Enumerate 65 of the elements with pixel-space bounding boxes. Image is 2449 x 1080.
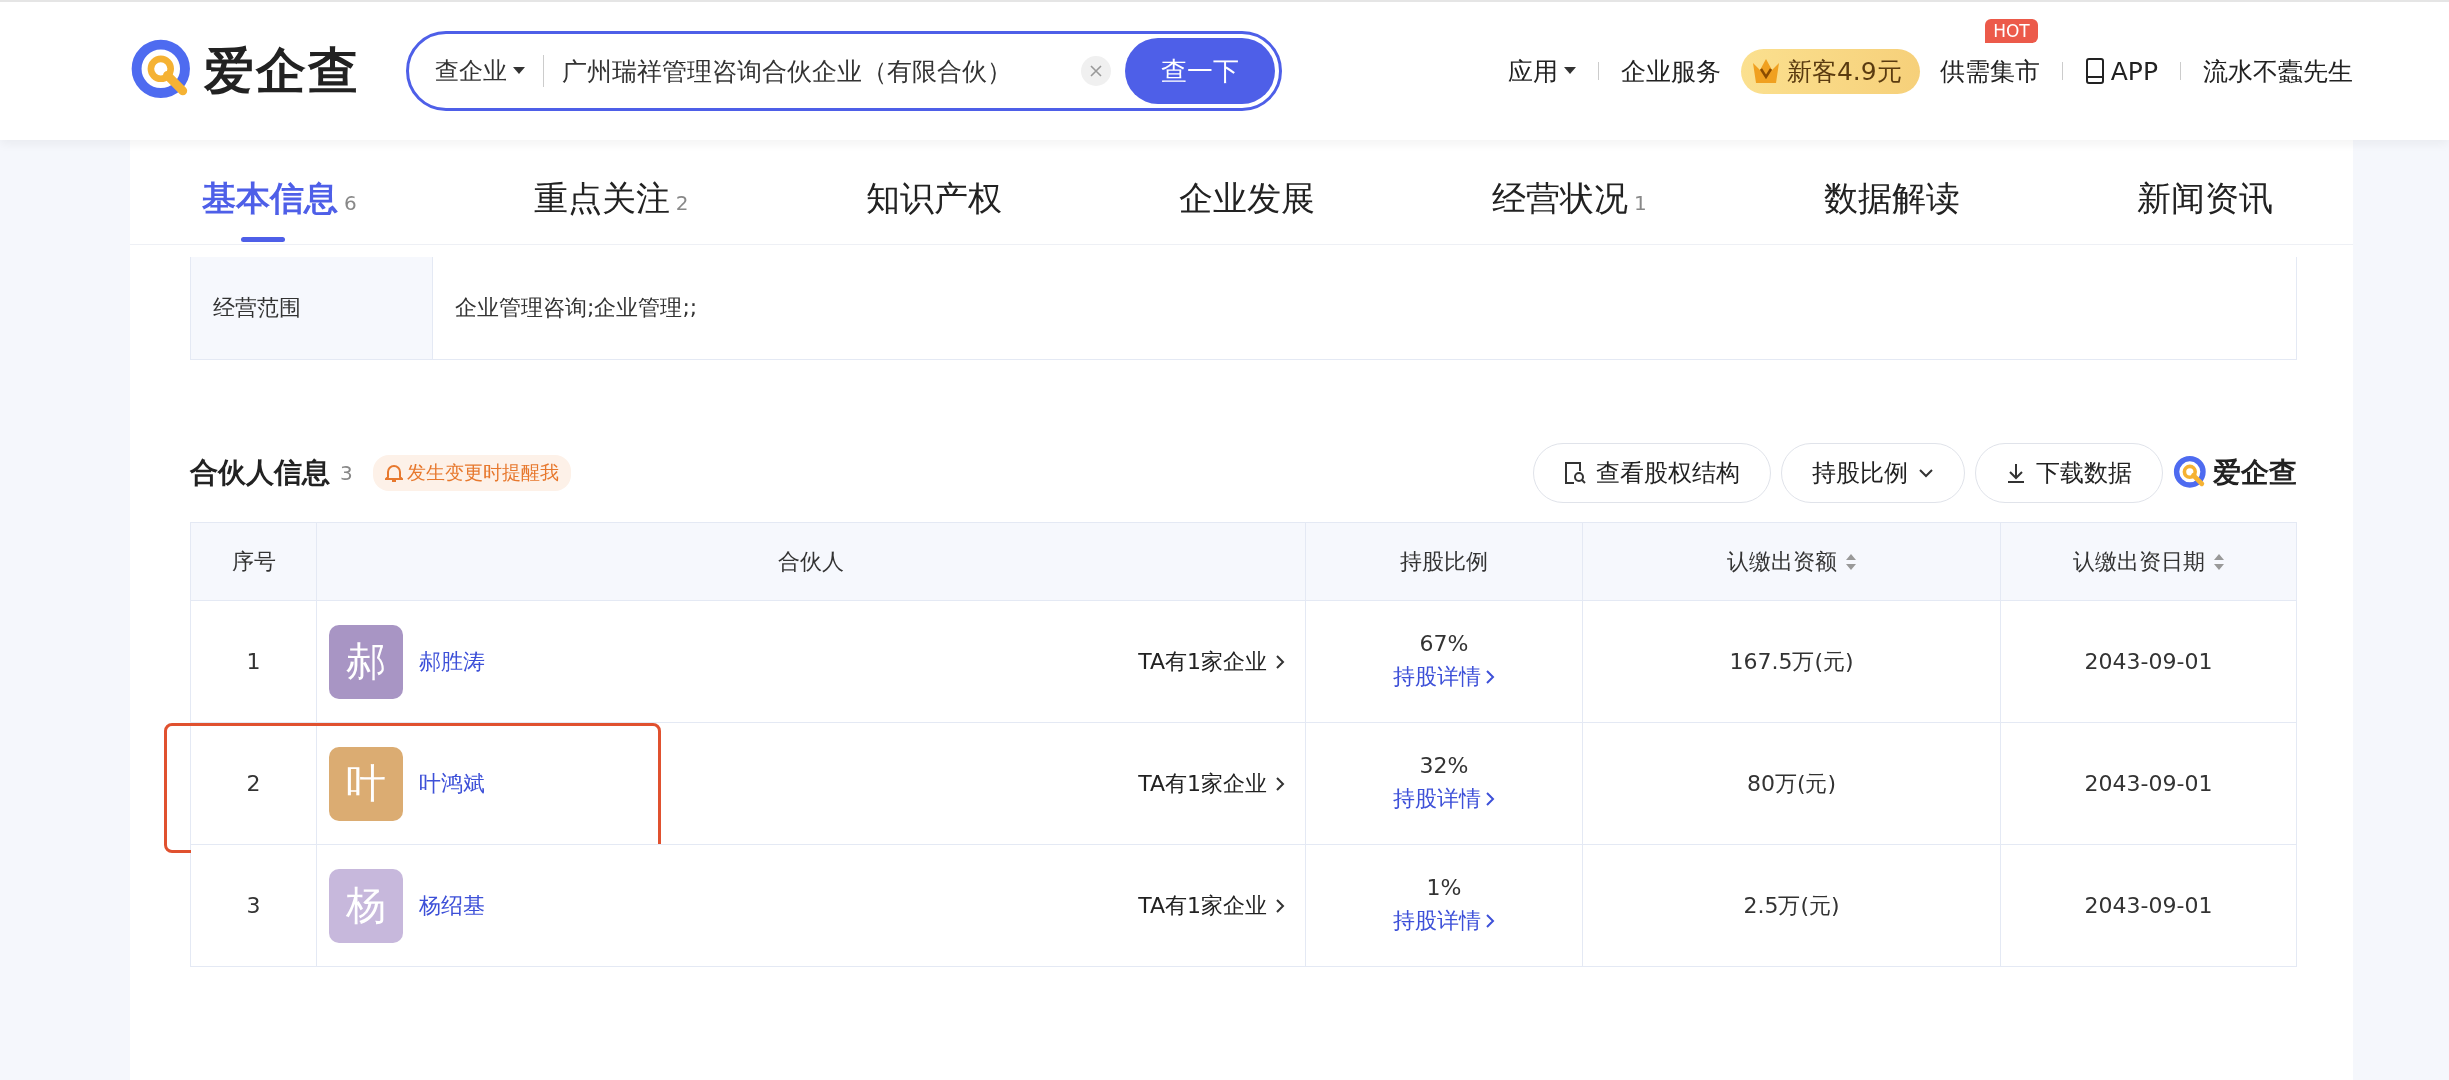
chevron-right-icon [1275, 653, 1285, 670]
caret-icon [1563, 67, 1576, 75]
nav-link[interactable]: 企业服务 [1620, 54, 1721, 88]
holding-detail-link[interactable]: 持股详情 [1393, 784, 1495, 814]
sort-icon [1844, 552, 1857, 571]
caret-icon [513, 67, 525, 75]
search-button[interactable]: 查一下 [1125, 38, 1275, 104]
table-cell: 3 [191, 845, 317, 966]
ratio-dropdown[interactable]: 持股比例 [1781, 443, 1965, 503]
holding-detail-link[interactable]: 持股详情 [1393, 662, 1495, 692]
section-tab[interactable]: 数据解读 [1823, 166, 1960, 244]
section-tab[interactable]: 基本信息 6 [202, 166, 357, 244]
chevron-right-icon [1485, 913, 1495, 929]
crown-icon [1750, 57, 1781, 85]
section-count: 3 [340, 461, 353, 485]
logo-text: 爱企查 [204, 40, 360, 102]
logo-icon [2173, 455, 2209, 491]
download-button[interactable]: 下载数据 [1975, 443, 2163, 503]
hot-badge: HOT [1985, 18, 2038, 43]
ratio-text: 67% [1419, 631, 1469, 656]
search-field[interactable]: 查企业 广州瑞祥管理咨询合伙企业（有限合伙） 查一下 [406, 31, 1282, 111]
avatar: 杨 [329, 868, 403, 943]
brand-text: 爱企查 [2213, 455, 2297, 491]
phone-icon [2084, 57, 2105, 85]
table-cell-text: 2043-09-01 [2083, 770, 2214, 798]
sort-icon [2212, 552, 2225, 571]
partner-name-link[interactable]: 杨绍基 [419, 890, 485, 921]
table-cell: 2.5万(元) [1583, 845, 2001, 966]
companies-link[interactable]: TA有1家企业 [1138, 646, 1285, 677]
document-search-icon [1564, 461, 1586, 485]
bell-icon [384, 463, 403, 483]
promo-link[interactable]: 新客4.9元 [1740, 48, 1920, 94]
chevron-right-icon [1275, 775, 1285, 792]
search-scope-dropdown[interactable]: 查企业 [435, 55, 544, 87]
column-header[interactable]: 认缴出资日期 [2001, 523, 2296, 600]
structure-button[interactable]: 查看股权结构 [1533, 443, 1771, 503]
partner-name-link[interactable]: 叶鸿斌 [419, 768, 485, 799]
chevron-right-icon [1485, 791, 1495, 807]
section-tab[interactable]: 新闻资讯 [2136, 166, 2273, 244]
nav-link[interactable]: 供需集市 [1939, 54, 2040, 88]
section-tab[interactable]: 企业发展 [1178, 166, 1315, 244]
table-cell-text: 2043-09-01 [2083, 892, 2214, 920]
field-value: 企业管理咨询;企业管理;; [454, 294, 699, 322]
download-icon [2006, 462, 2026, 484]
ratio-text: 1% [1426, 875, 1462, 900]
field-label: 经营范围 [191, 257, 433, 359]
chevron-right-icon [1275, 897, 1285, 914]
companies-link[interactable]: TA有1家企业 [1138, 890, 1285, 921]
chevron-right-icon [1485, 669, 1495, 685]
table-cell-text: 2043-09-01 [2083, 648, 2214, 676]
user-name-link[interactable]: 流水不蠹先生 [2203, 54, 2353, 88]
section-tab[interactable]: 经营状况 1 [1491, 166, 1647, 244]
nav-link[interactable]: 应用 [1507, 54, 1576, 88]
section-tab[interactable]: 知识产权 [865, 166, 1002, 244]
section-title: 合伙人信息 [190, 455, 330, 491]
avatar: 郝 [329, 624, 403, 699]
clear-icon[interactable] [1081, 56, 1111, 86]
avatar: 叶 [329, 746, 403, 821]
companies-link[interactable]: TA有1家企业 [1138, 768, 1285, 799]
ratio-text: 32% [1419, 753, 1469, 778]
nav-link[interactable]: APP [2084, 56, 2158, 86]
chevron-down-icon [1918, 468, 1934, 478]
section-tab[interactable]: 重点关注 2 [533, 166, 689, 244]
partner-name-link[interactable]: 郝胜涛 [419, 646, 485, 677]
holding-detail-link[interactable]: 持股详情 [1393, 906, 1495, 936]
